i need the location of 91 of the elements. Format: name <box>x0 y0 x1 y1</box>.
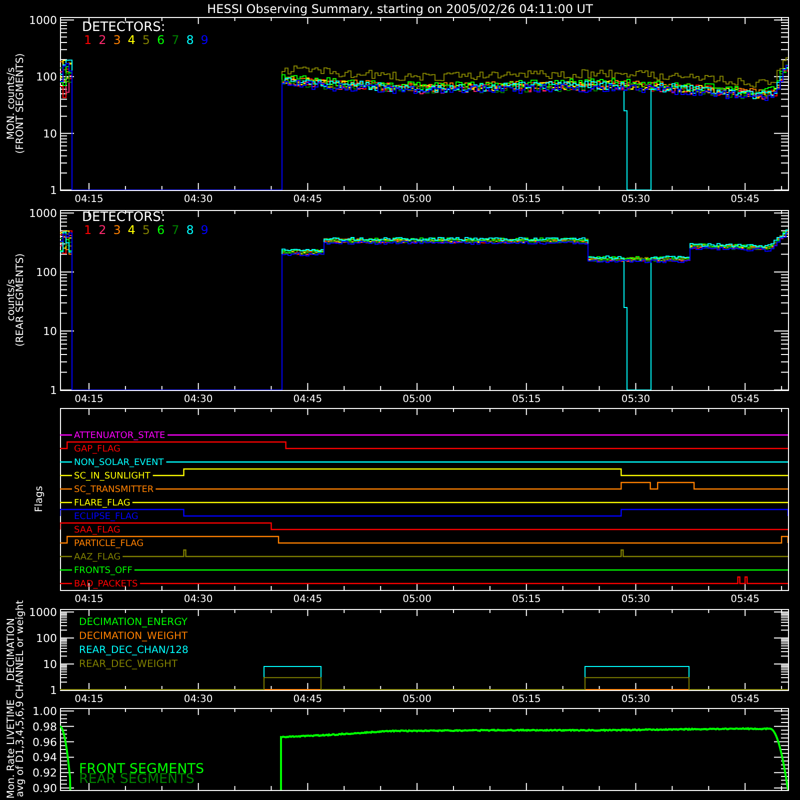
detector-number: 1 <box>84 223 92 237</box>
axis-title: (FRONT SEGMENTS) <box>15 53 26 154</box>
x-tick-label: 04:15 <box>74 694 104 705</box>
y-tick-label: 0.98 <box>32 720 57 734</box>
detector-number: 6 <box>157 223 165 237</box>
flag-label: ECLIPSE_FLAG <box>74 512 138 522</box>
x-tick-label: 05:30 <box>621 694 650 705</box>
detector-number: 8 <box>186 33 194 47</box>
x-tick-label: 05:45 <box>730 194 760 205</box>
x-tick-label: 05:15 <box>512 194 541 205</box>
x-tick-label: 05:00 <box>402 394 432 405</box>
flag-label: SC_TRANSMITTER <box>74 485 154 495</box>
x-tick-label: 05:00 <box>402 594 432 605</box>
y-tick-label: 1000 <box>29 207 57 220</box>
x-tick-label: 05:15 <box>512 394 541 405</box>
legend-title: DETECTORS: <box>82 210 166 225</box>
detector-number: 2 <box>98 223 106 237</box>
detector-number: 2 <box>98 33 106 47</box>
x-tick-label: 05:45 <box>730 594 760 605</box>
x-tick-label: 04:45 <box>293 694 322 705</box>
flag-label: SAA_FLAG <box>74 526 120 536</box>
x-tick-label: 04:15 <box>74 194 104 205</box>
legend-title: DETECTORS: <box>82 20 166 35</box>
y-tick-label: 10 <box>43 127 57 140</box>
axis-title: MON. counts/s <box>6 67 17 140</box>
axis-title: avg of D1,3,4,5,6,9 <box>15 700 26 798</box>
detector-number: 4 <box>128 223 136 237</box>
x-tick-label: 04:30 <box>184 394 213 405</box>
y-tick-label: 1 <box>50 684 57 697</box>
x-tick-label: 05:30 <box>621 594 650 605</box>
x-tick-label: 05:15 <box>512 594 541 605</box>
y-tick-label: 100 <box>36 70 57 84</box>
detector-number: 7 <box>172 223 180 237</box>
flag-label: SC_IN_SUNLIGHT <box>74 472 150 482</box>
flag-label: ATTENUATOR_STATE <box>74 431 166 441</box>
x-tick-label: 05:15 <box>512 694 541 705</box>
y-tick-label: 0.96 <box>32 736 57 749</box>
detector-number: 8 <box>186 223 194 237</box>
y-tick-label: 1.00 <box>32 705 57 718</box>
y-tick-label: 1000 <box>29 606 57 619</box>
flag-label: NON_SOLAR_EVENT <box>74 458 164 468</box>
detector-number: 7 <box>172 33 180 47</box>
flag-label: FLARE_FLAG <box>74 498 130 508</box>
axis-title: counts/s <box>6 279 17 321</box>
y-tick-label: 10 <box>43 325 57 338</box>
x-tick-label: 04:30 <box>184 694 213 705</box>
y-tick-label: 10 <box>43 658 57 671</box>
y-tick-label: 1 <box>50 184 57 197</box>
detector-number: 5 <box>142 33 150 47</box>
detector-number: 9 <box>200 33 208 47</box>
x-tick-label: 04:45 <box>293 394 322 405</box>
y-tick-label: 100 <box>36 632 57 645</box>
y-tick-label: 0.94 <box>32 751 57 764</box>
detector-number: 1 <box>84 33 92 47</box>
legend-label: DECIMATION_WEIGHT <box>79 631 188 642</box>
y-tick-label: 100 <box>36 266 57 279</box>
detector-number: 4 <box>128 33 136 47</box>
x-tick-label: 05:30 <box>621 394 650 405</box>
flag-label: FRONTS_OFF <box>74 566 132 576</box>
y-tick-label: 0.92 <box>32 766 57 780</box>
detector-number: 5 <box>142 223 150 237</box>
x-tick-label: 05:00 <box>402 194 432 205</box>
x-tick-label: 04:30 <box>184 594 213 605</box>
flag-label: PARTICLE_FLAG <box>74 539 144 549</box>
legend-label: REAR_DEC_WEIGHT <box>79 659 178 670</box>
flag-label: AAZ_FLAG <box>74 552 121 562</box>
x-tick-label: 04:15 <box>74 594 104 605</box>
axis-title: Flags <box>34 486 45 512</box>
plot-title: HESSI Observing Summary, starting on 2005/02/26 04:11:00 UT <box>207 2 593 16</box>
y-tick-label: 1 <box>50 384 57 397</box>
flag-label: BAD_PACKETS <box>74 580 138 590</box>
detector-number: 3 <box>113 223 121 237</box>
x-tick-label: 05:30 <box>621 194 650 205</box>
detector-number: 3 <box>113 33 121 47</box>
x-tick-label: 05:45 <box>730 694 760 705</box>
x-tick-label: 04:15 <box>74 394 104 405</box>
legend-label: DECIMATION_ENERGY <box>79 617 188 628</box>
axis-title: (REAR SEGMENTS) <box>15 253 26 347</box>
x-tick-label: 04:30 <box>184 194 213 205</box>
x-tick-label: 05:45 <box>730 394 760 405</box>
detector-number: 6 <box>157 33 165 47</box>
axis-title: DECIMATION <box>6 618 17 682</box>
flag-label: GAP_FLAG <box>74 444 120 454</box>
x-tick-label: 04:45 <box>293 194 322 205</box>
detector-number: 9 <box>200 223 208 237</box>
x-tick-label: 04:45 <box>293 594 322 605</box>
axis-title: CHANNEL or weight <box>15 600 26 699</box>
y-tick-label: 1000 <box>29 14 57 27</box>
legend-label: REAR_DEC_CHAN/128 <box>79 645 188 656</box>
x-tick-label: 05:00 <box>402 694 432 705</box>
y-tick-label: 0.90 <box>32 782 57 795</box>
